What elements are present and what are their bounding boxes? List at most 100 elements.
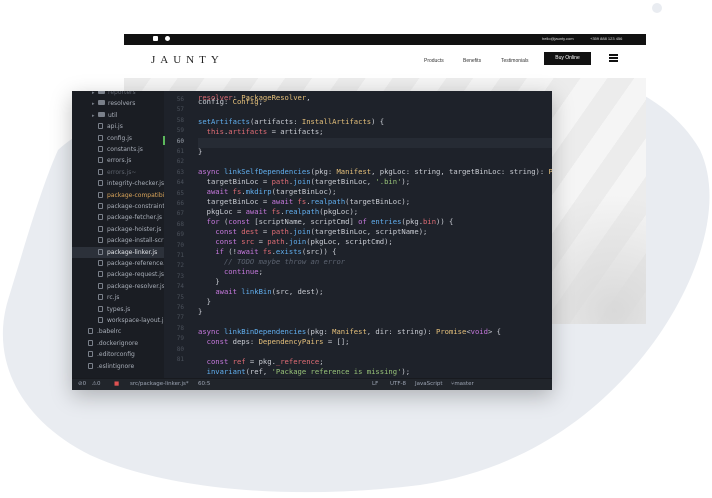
file-tree-panel: ▸ reporters ▸ resolvers ▸ util api.js config.js…: [72, 91, 164, 378]
tree-file[interactable]: errors.js~: [72, 167, 164, 178]
tree-item-label: .dockerignore: [97, 339, 139, 347]
tree-folder[interactable]: ▸ reporters: [72, 91, 164, 98]
tree-file[interactable]: package-compatibil: [72, 190, 164, 201]
tree-item-label: package-hoister.js: [107, 225, 162, 233]
tree-file[interactable]: workspace-layout.js: [72, 315, 164, 326]
tree-file[interactable]: .eslintignore: [72, 361, 164, 372]
tree-item-label: errors.js: [107, 157, 132, 165]
line-number: 61: [176, 148, 184, 155]
tree-file[interactable]: package-linker.js: [72, 246, 164, 258]
tree-file[interactable]: package-constraint: [72, 201, 164, 212]
tree-file[interactable]: package-reference.: [72, 258, 164, 269]
tree-file[interactable]: integrity-checker.js: [72, 178, 164, 189]
tree-folder[interactable]: ▸ resolvers: [72, 98, 164, 109]
tree-item-label: resolvers: [108, 100, 136, 108]
language-mode[interactable]: JavaScript: [415, 379, 443, 390]
line-number: 74: [176, 283, 184, 291]
line-ending[interactable]: LF: [372, 379, 378, 390]
code-line: targetBinLoc = await fs.realpath(targetB…: [198, 197, 411, 206]
folder-icon: [98, 111, 105, 117]
code-line: const src = path.join(pkgLoc, scriptCmd)…: [215, 237, 393, 246]
tree-file[interactable]: .editorconfig: [72, 349, 164, 360]
tree-file[interactable]: .dockerignore: [72, 338, 164, 349]
nav-testimonials[interactable]: Testimonials: [501, 58, 529, 64]
file-path[interactable]: src/package-linker.js*: [130, 379, 189, 390]
tree-file[interactable]: package-request.js: [72, 269, 164, 280]
code-area[interactable]: resolver: PackageResolver, config: Confi…: [198, 91, 552, 378]
tree-item-label: package-resolver.js: [107, 282, 164, 290]
warning-count[interactable]: ⚠ 0: [92, 379, 100, 390]
line-number: 65: [176, 189, 184, 197]
status-bar: ⊘ 0 ⚠ 0 ■ src/package-linker.js* 60:5 LF…: [72, 378, 552, 390]
code-line: await fs.mkdirp(targetBinLoc);: [206, 187, 337, 196]
nav-benefits[interactable]: Benefits: [463, 58, 481, 64]
line-number: 59: [176, 127, 184, 135]
tree-item-label: .eslintignore: [97, 362, 135, 370]
file-encoding[interactable]: UTF-8: [390, 379, 406, 390]
file-icon: [98, 168, 103, 175]
code-line: const dest = path.join(targetBinLoc, scr…: [215, 227, 428, 236]
tree-file[interactable]: constants.js: [72, 144, 164, 155]
file-icon: [98, 157, 103, 164]
line-number: 68: [176, 220, 184, 228]
tree-file[interactable]: package-fetcher.js: [72, 212, 164, 223]
tree-file[interactable]: api.js: [72, 121, 164, 132]
line-number: 78: [176, 324, 184, 332]
file-icon: [98, 271, 103, 278]
folder-icon: [98, 91, 105, 94]
code-line: setArtifacts(artifacts: InstallArtifacts…: [198, 117, 385, 126]
line-number: 81: [176, 356, 184, 363]
file-icon: [88, 339, 93, 346]
site-logo[interactable]: JAUNTY: [151, 54, 224, 66]
nav-products[interactable]: Products: [424, 58, 444, 64]
tree-item-label: util: [108, 111, 118, 119]
file-icon: [88, 328, 93, 335]
code-line: targetBinLoc = path.join(targetBinLoc, '…: [198, 177, 411, 186]
file-status-icon: ■: [114, 381, 120, 387]
code-line: }: [198, 307, 203, 316]
contact-email[interactable]: hello@jaunty.com: [542, 35, 574, 43]
code-line: this.artifacts = artifacts;: [206, 127, 324, 136]
buy-online-button[interactable]: Buy Online: [544, 52, 591, 65]
tree-file[interactable]: package-install-scri: [72, 235, 164, 246]
cursor-position[interactable]: 60:5: [198, 379, 210, 390]
code-line: const ref = pkg._reference;: [206, 357, 324, 366]
git-branch[interactable]: ⑂ master: [451, 379, 474, 390]
tree-file[interactable]: .babelrc: [72, 326, 164, 337]
line-number: 75: [176, 293, 184, 301]
tree-item-label: .babelrc: [97, 328, 122, 336]
tree-file[interactable]: types.js: [72, 304, 164, 315]
file-icon: [88, 351, 93, 358]
line-number: 60: [176, 137, 184, 145]
tree-file[interactable]: package-hoister.js: [72, 224, 164, 235]
tree-item-label: integrity-checker.js: [107, 180, 164, 188]
tree-file[interactable]: package-resolver.js: [72, 281, 164, 292]
tree-file[interactable]: rc.js: [72, 292, 164, 303]
line-number: 76: [176, 304, 184, 311]
code-line: for (const [scriptName, scriptCmd] of en…: [206, 217, 454, 226]
hamburger-menu-icon[interactable]: [609, 54, 618, 62]
facebook-icon[interactable]: [153, 36, 158, 41]
file-icon: [98, 305, 103, 312]
file-icon: [98, 214, 103, 221]
tree-item-label: .editorconfig: [97, 351, 135, 359]
line-number: 77: [176, 314, 184, 322]
site-navbar: JAUNTY Products Benefits Testimonials Bu…: [124, 45, 646, 78]
line-number: 64: [176, 179, 184, 187]
tree-folder[interactable]: ▸ util: [72, 110, 164, 121]
contact-phone[interactable]: +359 888 123 456: [590, 35, 622, 43]
tree-item-label: package-install-scri: [107, 237, 164, 245]
line-number: 58: [176, 116, 184, 124]
git-modified-marker: [163, 136, 165, 145]
file-icon: [98, 225, 103, 232]
code-line: async linkSelfDependencies(pkg: Manifest…: [198, 167, 552, 176]
file-icon: [98, 123, 103, 130]
file-icon: [98, 248, 103, 255]
tree-file[interactable]: errors.js: [72, 155, 164, 166]
tree-item-label: constants.js: [107, 146, 143, 153]
tree-file[interactable]: config.js: [72, 133, 164, 144]
error-count[interactable]: ⊘ 0: [78, 379, 86, 390]
line-number: 70: [176, 241, 184, 249]
instagram-icon[interactable]: [165, 36, 170, 41]
folder-icon: [98, 100, 105, 106]
